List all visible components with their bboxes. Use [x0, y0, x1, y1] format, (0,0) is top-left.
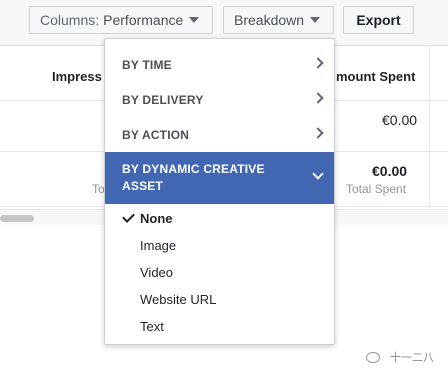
watermark: 十一二八 — [366, 349, 434, 365]
scrollbar-thumb[interactable] — [0, 215, 34, 222]
menu-category-by-delivery[interactable]: BY DELIVERY — [105, 82, 334, 117]
menu-category-label: BY TIME — [122, 57, 172, 72]
column-header-impressions[interactable]: Impress — [52, 69, 102, 84]
export-label: Export — [356, 12, 401, 28]
watermark-text: 十一二八 — [390, 352, 434, 364]
menu-category-label: BY ACTION — [122, 127, 190, 142]
menu-category-by-action[interactable]: BY ACTION — [105, 117, 334, 152]
menu-category-label: BY DYNAMIC CREATIVE ASSET — [122, 162, 265, 193]
columns-value: Performance — [103, 12, 184, 28]
menu-option-none[interactable]: None — [105, 205, 334, 232]
columns-dropdown-button[interactable]: Columns: Performance — [29, 6, 213, 34]
chevron-right-icon — [312, 57, 324, 69]
chevron-down-icon — [312, 168, 324, 180]
caret-down-icon — [310, 17, 321, 23]
chevron-right-icon — [312, 92, 324, 104]
breakdown-dropdown-button[interactable]: Breakdown — [223, 6, 334, 34]
menu-option-video[interactable]: Video — [105, 259, 334, 286]
menu-option-label: Text — [140, 319, 164, 334]
caret-down-icon — [189, 17, 200, 23]
checkmark-icon — [122, 210, 135, 223]
menu-category-label: BY DELIVERY — [122, 92, 204, 107]
menu-option-website-url[interactable]: Website URL — [105, 286, 334, 313]
column-header-amount-spent[interactable]: mount Spent — [336, 69, 415, 84]
wechat-logo-icon — [366, 351, 380, 363]
amount-spent-total-value: €0.00 — [372, 163, 408, 179]
chevron-right-icon — [312, 127, 324, 139]
amount-spent-value: €0.00 — [382, 112, 418, 128]
menu-option-label: Website URL — [140, 292, 217, 307]
menu-option-label: Video — [140, 265, 174, 280]
menu-option-label: None — [140, 211, 173, 226]
breakdown-label: Breakdown — [234, 12, 305, 28]
export-button[interactable]: Export — [343, 6, 414, 34]
amount-spent-total-label: Total Spent — [346, 182, 407, 196]
columns-label: Columns: — [40, 12, 100, 28]
menu-option-label: Image — [140, 238, 177, 253]
menu-option-text[interactable]: Text — [105, 313, 334, 340]
menu-category-by-dynamic-creative-asset[interactable]: BY DYNAMIC CREATIVE ASSET — [105, 152, 334, 204]
menu-category-by-time[interactable]: BY TIME — [105, 47, 334, 82]
breakdown-menu: BY TIME BY DELIVERY BY ACTION BY DYNAMIC… — [104, 38, 335, 345]
menu-option-image[interactable]: Image — [105, 232, 334, 259]
